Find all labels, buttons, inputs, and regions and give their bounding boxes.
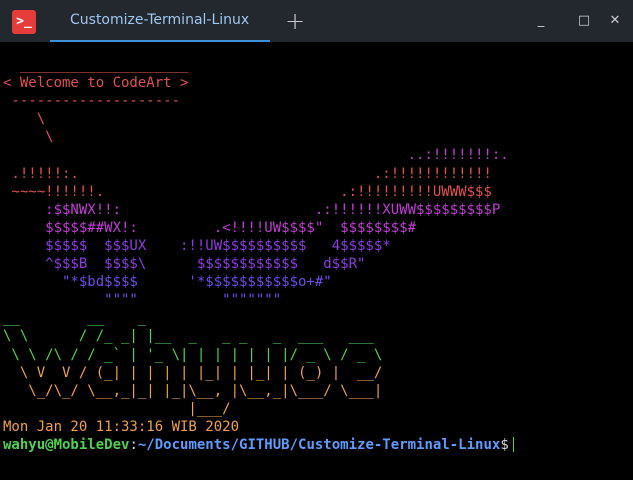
prompt-user: wahyu@MobileDev [3, 436, 130, 453]
figlet-line: \_/\_/ \__,_|_| |_|\__, |\__,_|\___/ \__… [3, 382, 391, 399]
terminal-output: ____________________ < Welcome to CodeArt… [3, 56, 514, 454]
prompt-separator: : [129, 436, 138, 453]
cowsay-line: -------------------- [3, 93, 181, 110]
ascii-art-line: ^$$$B $$$$\ $$$$$$$$$$$$ d$$R" [3, 256, 366, 273]
ascii-art-line: :$$NWX!!: .:!!!!!!XUWW$$$$$$$$$P [3, 201, 501, 218]
figlet-line: \ V V / (_| | | | | |_| | |_| | (_) | __… [3, 364, 391, 381]
figlet-line: \ \ / /_ _| |__ _ _ _ _ ___ ___ [3, 328, 391, 345]
date-output: Mon Jan 20 11:33:16 WIB 2020 [3, 418, 240, 435]
figlet-line: |___/ [3, 400, 408, 417]
tab-label: Customize-Terminal-Linux [70, 12, 250, 28]
close-button[interactable]: ✕ [606, 10, 624, 32]
cowsay-line: ____________________ [3, 57, 189, 73]
ascii-art-line: ..:!!!!!!!:. [3, 147, 509, 164]
ascii-art-line: .!!!!!:. .:!!!!!!!!!!!! [3, 165, 492, 182]
cowsay-line: \ [3, 111, 46, 128]
prompt-path: ~/Documents/GITHUB/Customize-Terminal-Li… [137, 436, 501, 453]
terminal-icon[interactable]: >_ [12, 10, 36, 34]
prompt-symbol: $ [500, 436, 509, 453]
ascii-art-line: """" """"""" [3, 292, 282, 309]
ascii-art-line: $$$$$ $$$UX :!!UW$$$$$$$$$$ 4$$$$$* [3, 237, 391, 254]
new-tab-button[interactable]: + [282, 6, 308, 36]
ascii-art-line: $$$$$##WX!: .<!!!!UW$$$$" $$$$$$$$# [3, 219, 417, 236]
tab-customize-terminal-linux[interactable]: Customize-Terminal-Linux [50, 0, 270, 42]
title-bar: >_ Customize-Terminal-Linux + _ □ ✕ [0, 0, 633, 42]
maximize-button[interactable]: □ [575, 10, 593, 32]
ascii-art-line: "*$bd$$$$ '*$$$$$$$$$$$o+#" [3, 274, 332, 291]
figlet-line: \ \ /\ / / _` | '_ \| | | | | | |/ _ \ /… [3, 346, 391, 363]
cowsay-line: < Welcome to CodeArt > [3, 75, 189, 92]
prompt-line[interactable]: wahyu@MobileDev:~/Documents/GITHUB/Custo… [3, 436, 514, 454]
text-cursor [512, 437, 514, 453]
cowsay-line: \ [3, 129, 54, 146]
minimize-button[interactable]: _ [532, 10, 550, 32]
figlet-line: __ __ _ [3, 310, 349, 327]
terminal-area[interactable]: ____________________ < Welcome to CodeArt… [0, 42, 633, 480]
ascii-art-line: ~~~~!!!!!!. .:!!!!!!!!!UWWW$$$ [3, 183, 492, 200]
